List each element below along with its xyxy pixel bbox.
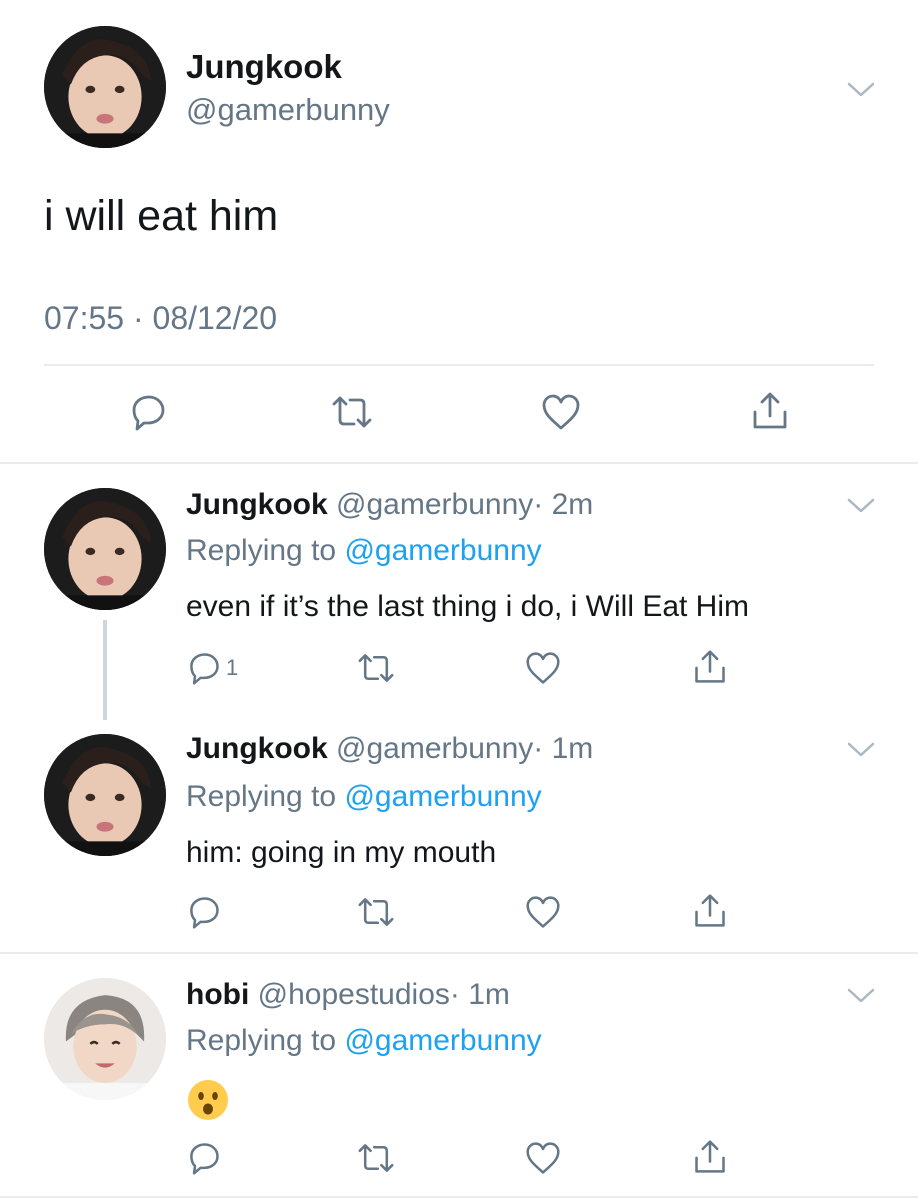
- like-button[interactable]: [524, 650, 562, 686]
- avatar[interactable]: [44, 978, 166, 1100]
- retweet-button[interactable]: [356, 894, 396, 930]
- like-button[interactable]: [524, 894, 562, 930]
- share-icon: [692, 648, 728, 686]
- reply-header: Jungkook @gamerbunny· 1m: [186, 732, 593, 766]
- tweet-text: i will eat him: [44, 192, 279, 240]
- reply-icon: [128, 392, 168, 432]
- like-icon: [524, 650, 562, 686]
- frowning-face-emoji: [186, 1078, 230, 1122]
- author-name[interactable]: hobi: [186, 978, 249, 1011]
- tweet-timestamp[interactable]: 07:55 · 08/12/20: [44, 300, 277, 337]
- reply-header: hobi @hopestudios· 1m: [186, 978, 510, 1012]
- tweet-text: him: going in my mouth: [186, 836, 497, 869]
- reply-time[interactable]: · 1m: [533, 732, 593, 765]
- author-name[interactable]: Jungkook: [186, 488, 328, 521]
- share-button[interactable]: [692, 648, 728, 686]
- like-icon: [540, 392, 582, 432]
- retweet-icon: [330, 392, 374, 432]
- divider: [0, 1196, 918, 1198]
- mention-link[interactable]: @gamerbunny: [344, 1024, 541, 1057]
- reply-button[interactable]: [186, 894, 222, 930]
- divider: [0, 952, 918, 954]
- share-button[interactable]: [692, 892, 728, 930]
- mention-link[interactable]: @gamerbunny: [344, 534, 541, 567]
- like-button[interactable]: [524, 1140, 562, 1176]
- share-button[interactable]: [692, 1138, 728, 1176]
- reply-count: 1: [226, 655, 239, 680]
- author-name[interactable]: Jungkook: [186, 732, 328, 765]
- author-handle[interactable]: @hopestudios: [258, 978, 450, 1011]
- author-handle[interactable]: @gamerbunny: [186, 92, 390, 128]
- reply-button[interactable]: [128, 392, 168, 432]
- chevron-down-icon[interactable]: [846, 496, 876, 521]
- replying-to: Replying to @gamerbunny: [186, 1024, 542, 1057]
- retweet-button[interactable]: [356, 650, 396, 686]
- chevron-down-icon[interactable]: [846, 80, 876, 105]
- like-icon: [524, 894, 562, 930]
- tweet-text: 😦: [186, 1078, 230, 1122]
- author-handle[interactable]: @gamerbunny: [336, 488, 533, 521]
- reply-time[interactable]: · 2m: [533, 488, 593, 521]
- reply-button[interactable]: 1: [186, 650, 238, 686]
- mention-link[interactable]: @gamerbunny: [344, 780, 541, 813]
- replying-to: Replying to @gamerbunny: [186, 534, 542, 567]
- author-handle[interactable]: @gamerbunny: [336, 732, 533, 765]
- divider: [0, 462, 918, 464]
- reply-time[interactable]: · 1m: [450, 978, 510, 1011]
- avatar[interactable]: [44, 26, 166, 148]
- reply-icon: [186, 650, 222, 686]
- retweet-button[interactable]: [356, 1140, 396, 1176]
- reply-header: Jungkook @gamerbunny· 2m: [186, 488, 593, 522]
- retweet-button[interactable]: [330, 392, 374, 432]
- reply-icon: [186, 894, 222, 930]
- retweet-icon: [356, 1140, 396, 1176]
- like-button[interactable]: [540, 392, 582, 432]
- reply-button[interactable]: [186, 1140, 222, 1176]
- thread-line: [103, 620, 107, 720]
- chevron-down-icon[interactable]: [846, 986, 876, 1011]
- chevron-down-icon[interactable]: [846, 740, 876, 765]
- retweet-icon: [356, 650, 396, 686]
- share-icon: [750, 390, 790, 432]
- author-name[interactable]: Jungkook: [186, 48, 342, 86]
- share-icon: [692, 1138, 728, 1176]
- share-icon: [692, 892, 728, 930]
- replying-to: Replying to @gamerbunny: [186, 780, 542, 813]
- share-button[interactable]: [750, 390, 790, 432]
- divider: [44, 364, 874, 366]
- retweet-icon: [356, 894, 396, 930]
- avatar[interactable]: [44, 734, 166, 856]
- avatar[interactable]: [44, 488, 166, 610]
- like-icon: [524, 1140, 562, 1176]
- tweet-text: even if it’s the last thing i do, i Will…: [186, 590, 749, 623]
- reply-icon: [186, 1140, 222, 1176]
